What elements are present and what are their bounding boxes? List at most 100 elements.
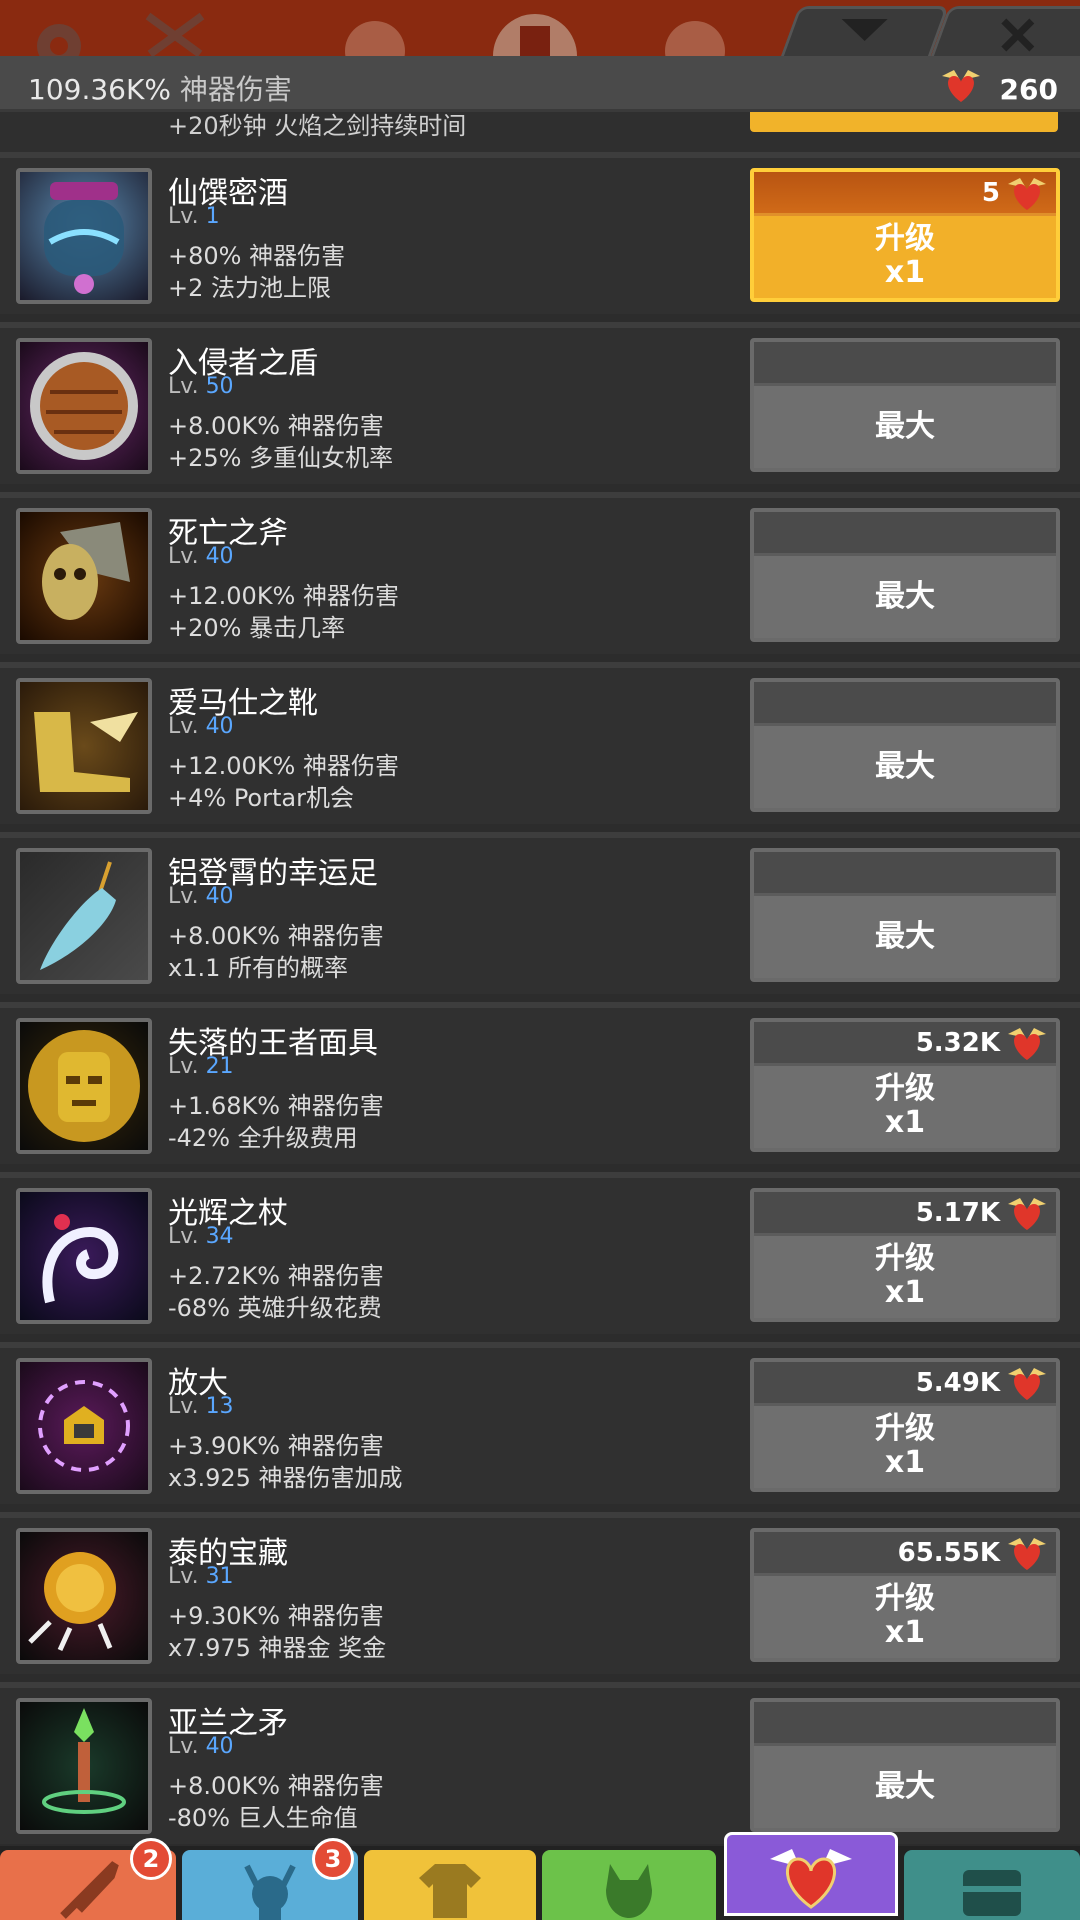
tab-equipment[interactable] xyxy=(364,1850,536,1920)
cost-value: 5.49K xyxy=(915,1368,1000,1398)
skill-orb-icon[interactable] xyxy=(660,6,730,56)
artifact-damage-bonus: +8.00K% 神器伤害 xyxy=(168,922,384,950)
relic-icon xyxy=(766,1845,856,1915)
artifact-damage-bonus: +12.00K% 神器伤害 xyxy=(168,582,399,610)
upgrade-cost: 5.32K xyxy=(754,1022,1056,1066)
total-artifact-damage: 109.36K% 神器伤害 xyxy=(28,68,292,108)
tab-pet[interactable] xyxy=(542,1850,716,1920)
upgrade-button[interactable]: 5.49K 升级 x1 xyxy=(750,1358,1060,1492)
relic-icon xyxy=(940,68,982,111)
upgrade-label: 升级 x1 xyxy=(875,1071,935,1140)
artifact-level: Lv. 40 xyxy=(168,884,234,909)
artifact-effect: -80% 巨人生命值 xyxy=(168,1804,358,1832)
upgrade-button[interactable]: 5.32K 升级 x1 xyxy=(750,1018,1060,1152)
max-level-button[interactable]: 最大 xyxy=(750,1698,1060,1832)
max-level-button[interactable]: 最大 xyxy=(750,338,1060,472)
total-damage-label: 神器伤害 xyxy=(179,73,292,106)
artifact-effect: +20秒钟 火焰之剑持续时间 xyxy=(168,112,467,140)
artifact-level: Lv. 50 xyxy=(168,374,234,399)
upgrade-button[interactable]: 5 升级 x1 xyxy=(750,168,1060,302)
artifact-level: Lv. 40 xyxy=(168,714,234,739)
artifact-icon xyxy=(16,678,152,814)
artifact-icon xyxy=(16,508,152,644)
artifact-damage-bonus: +8.00K% 神器伤害 xyxy=(168,1772,384,1800)
total-damage-value: 109.36K% xyxy=(28,73,171,106)
viking-helmet-icon xyxy=(235,1860,305,1920)
pet-icon xyxy=(594,1860,664,1920)
cost-value: 5.32K xyxy=(915,1028,1000,1058)
artifact-list[interactable]: +20秒钟 火焰之剑持续时间 仙馔密酒 Lv. 1 +80% 神器伤害 +2 法… xyxy=(0,112,1080,1847)
cost-value: 5 xyxy=(981,178,1000,208)
tab-shop[interactable] xyxy=(904,1850,1080,1920)
upgrade-label: 升级 x1 xyxy=(875,1581,935,1650)
skill-orb-icon[interactable] xyxy=(340,6,410,56)
artifact-level: Lv. 34 xyxy=(168,1224,234,1249)
shirt-icon xyxy=(415,1860,485,1920)
artifact-icon xyxy=(16,338,152,474)
artifact-icon xyxy=(16,1528,152,1664)
relic-balance: 260 xyxy=(940,68,1058,111)
cost-value: 65.55K xyxy=(897,1538,1000,1568)
artifact-level: Lv. 13 xyxy=(168,1394,234,1419)
tab-hero[interactable]: 3 xyxy=(182,1838,358,1920)
list-item: 铝登霄的幸运足 Lv. 40 +8.00K% 神器伤害 x1.1 所有的概率 最… xyxy=(0,832,1080,994)
artifact-effect: +25% 多重仙女机率 xyxy=(168,444,394,472)
upgrade-label: 升级 x1 xyxy=(875,1241,935,1310)
notification-badge: 3 xyxy=(312,1838,354,1880)
artifact-damage-bonus: +80% 神器伤害 xyxy=(168,242,346,270)
list-item: 放大 Lv. 13 +3.90K% 神器伤害 x3.925 神器伤害加成 5.4… xyxy=(0,1342,1080,1504)
artifact-effect: +20% 暴击几率 xyxy=(168,614,346,642)
artifact-effect: -42% 全升级费用 xyxy=(168,1124,358,1152)
collapse-panel-button[interactable] xyxy=(780,6,950,56)
relic-icon xyxy=(1006,1366,1048,1406)
list-item: 光辉之杖 Lv. 34 +2.72K% 神器伤害 -68% 英雄升级花费 5.1… xyxy=(0,1172,1080,1334)
tab-sword[interactable]: 2 xyxy=(0,1838,176,1920)
artifact-damage-bonus: +1.68K% 神器伤害 xyxy=(168,1092,384,1120)
upgrade-button[interactable]: 5.17K 升级 x1 xyxy=(750,1188,1060,1322)
notification-badge: 2 xyxy=(130,1838,172,1880)
relic-icon xyxy=(1006,176,1048,216)
gear-icon[interactable] xyxy=(24,6,94,56)
close-panel-button[interactable] xyxy=(930,6,1080,56)
artifact-damage-bonus: +9.30K% 神器伤害 xyxy=(168,1602,384,1630)
artifact-effect: -68% 英雄升级花费 xyxy=(168,1294,382,1322)
upgrade-button[interactable] xyxy=(750,112,1058,132)
upgrade-cost: 5.17K xyxy=(754,1192,1056,1236)
artifact-damage-bonus: +8.00K% 神器伤害 xyxy=(168,412,384,440)
relic-icon xyxy=(1006,1026,1048,1066)
close-icon xyxy=(1000,17,1036,56)
chevron-down-icon xyxy=(840,17,890,47)
list-item: 亚兰之矛 Lv. 40 +8.00K% 神器伤害 -80% 巨人生命值 最大 xyxy=(0,1682,1080,1844)
upgrade-button[interactable]: 65.55K 升级 x1 xyxy=(750,1528,1060,1662)
list-item: 死亡之斧 Lv. 40 +12.00K% 神器伤害 +20% 暴击几率 最大 xyxy=(0,492,1080,654)
artifact-icon xyxy=(16,1358,152,1494)
max-label: 最大 xyxy=(875,919,935,954)
relic-count: 260 xyxy=(999,73,1058,106)
sword-icon xyxy=(53,1860,123,1920)
crossed-swords-icon[interactable] xyxy=(140,6,210,56)
artifact-damage-bonus: +3.90K% 神器伤害 xyxy=(168,1432,384,1460)
max-level-button[interactable]: 最大 xyxy=(750,508,1060,642)
artifact-effect: +4% Portar机会 xyxy=(168,784,354,812)
list-item: 爱马仕之靴 Lv. 40 +12.00K% 神器伤害 +4% Portar机会 … xyxy=(0,662,1080,824)
relic-icon xyxy=(1006,1536,1048,1576)
upgrade-label: 升级 x1 xyxy=(875,221,935,290)
list-item: 泰的宝藏 Lv. 31 +9.30K% 神器伤害 x7.975 神器金 奖金 6… xyxy=(0,1512,1080,1674)
artifact-level: Lv. 31 xyxy=(168,1564,234,1589)
artifact-damage-bonus: +12.00K% 神器伤害 xyxy=(168,752,399,780)
upgrade-cost: 5 xyxy=(754,172,1056,216)
max-level-button[interactable]: 最大 xyxy=(750,678,1060,812)
boss-portrait-icon[interactable] xyxy=(490,6,577,56)
tab-artifacts[interactable] xyxy=(724,1832,898,1916)
upgrade-cost xyxy=(754,342,1056,386)
artifact-icon xyxy=(16,848,152,984)
artifact-effect: x1.1 所有的概率 xyxy=(168,954,348,982)
list-item: 失落的王者面具 Lv. 21 +1.68K% 神器伤害 -42% 全升级费用 5… xyxy=(0,1002,1080,1164)
max-level-button[interactable]: 最大 xyxy=(750,848,1060,982)
upgrade-cost xyxy=(754,682,1056,726)
upgrade-cost xyxy=(754,512,1056,556)
chest-icon xyxy=(957,1860,1027,1920)
upgrade-label: 升级 x1 xyxy=(875,1411,935,1480)
cost-value: 5.17K xyxy=(915,1198,1000,1228)
list-item: +20秒钟 火焰之剑持续时间 xyxy=(0,112,1080,152)
